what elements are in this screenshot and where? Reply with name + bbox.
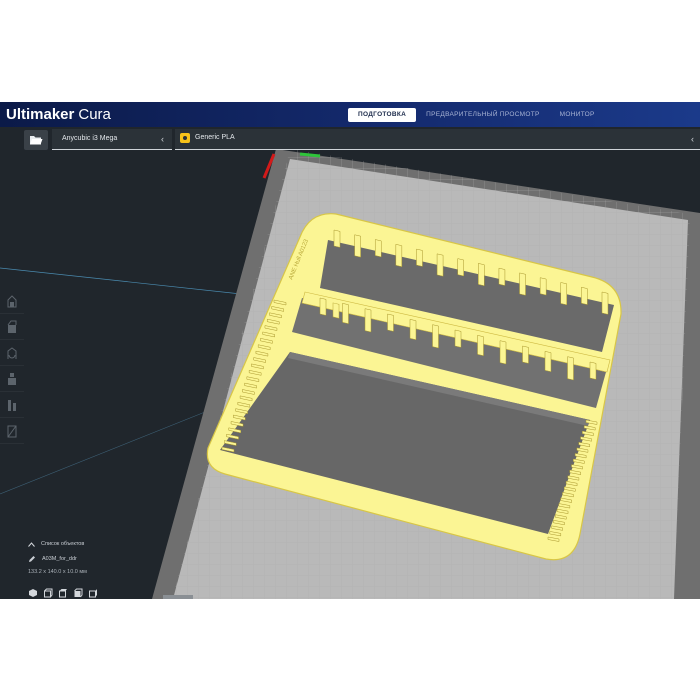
3d-view-icon[interactable]: [28, 585, 38, 597]
view-orientation-buttons: [28, 585, 248, 598]
per-model-settings-button[interactable]: [0, 392, 24, 418]
tray-tooth: [364, 308, 372, 333]
tray-tooth: [522, 345, 529, 364]
tray-tooth: [457, 258, 464, 277]
object-list-item[interactable]: A03M_for_ddr: [28, 552, 248, 566]
scale-tool-icon: [7, 320, 17, 333]
chevron-up-icon: [28, 541, 35, 547]
rotate-tool-icon: [7, 346, 17, 359]
material-selector[interactable]: Generic PLA ‹: [175, 129, 700, 150]
support-blocker-icon: [7, 425, 17, 437]
stage-tabs: ПОДГОТОВКА ПРЕДВАРИТЕЛЬНЫЙ ПРОСМОТР МОНИ…: [348, 108, 605, 122]
mirror-tool-button[interactable]: [0, 366, 24, 392]
tray-tooth: [601, 291, 609, 315]
tray-tooth: [477, 335, 484, 357]
open-file-button[interactable]: [24, 130, 48, 150]
tab-preview[interactable]: ПРЕДВАРИТЕЛЬНЫЙ ПРОСМОТР: [416, 108, 550, 122]
tray-tooth: [409, 319, 417, 341]
machine-toolbar: Anycubic i3 Mega ‹ Generic PLA ‹: [0, 127, 700, 151]
tray-tooth: [589, 361, 597, 380]
move-tool-button[interactable]: [0, 288, 24, 314]
axis-line: [0, 267, 261, 297]
tray-tooth: [416, 248, 423, 267]
tray-tooth: [432, 324, 439, 349]
material-name: Generic PLA: [195, 134, 235, 141]
right-view-icon[interactable]: [88, 585, 98, 598]
material-icon: [180, 133, 190, 143]
tab-prepare[interactable]: ПОДГОТОВКА: [348, 108, 417, 122]
collapse-icon[interactable]: ‹: [691, 135, 694, 144]
rotate-tool-button[interactable]: [0, 340, 24, 366]
object-dimensions: 133.2 x 140.0 x 10.0 мм: [28, 569, 87, 575]
brand-secondary: Cura: [78, 106, 111, 123]
tray-tooth: [333, 229, 341, 248]
move-tool-icon: [7, 294, 17, 307]
tray-tooth: [560, 282, 568, 306]
left-view-icon[interactable]: [73, 585, 83, 598]
mirror-tool-icon: [8, 372, 16, 385]
3d-viewport[interactable]: ANE Hull A0123: [0, 102, 700, 599]
object-name: A03M_for_ddr: [42, 556, 77, 562]
tray-tooth: [395, 243, 403, 268]
folder-icon: [30, 136, 43, 145]
chevron-left-icon: ‹: [161, 134, 164, 144]
per-model-settings-icon: [8, 399, 16, 411]
tray-tooth: [319, 297, 327, 316]
pencil-icon[interactable]: [28, 555, 36, 563]
tray-tooth: [374, 239, 382, 258]
tray-tooth: [436, 253, 444, 277]
scale-tool-button[interactable]: [0, 314, 24, 340]
printer-name: Anycubic i3 Mega: [62, 135, 118, 142]
bottom-tab: [163, 595, 193, 599]
tray-tooth: [567, 356, 574, 381]
tray-tooth: [519, 272, 526, 296]
cura-window: ANE Hull A0123 Ultimaker Cura ПОДГОТОВКА …: [0, 102, 700, 599]
app-logo: Ultimaker Cura: [6, 105, 111, 124]
object-list-panel: Список объектов A03M_for_ddr 133.2 x 140…: [28, 538, 248, 598]
tray-tooth: [499, 340, 507, 365]
tray-tooth: [581, 286, 588, 305]
tray-tooth: [539, 277, 547, 296]
tray-tooth: [342, 303, 349, 325]
tray-tooth: [498, 267, 506, 286]
tray-tooth: [478, 263, 485, 287]
y-axis-arrow: [299, 152, 321, 158]
support-blocker-button[interactable]: [0, 418, 24, 444]
tray-tooth: [354, 234, 361, 258]
printer-selector[interactable]: Anycubic i3 Mega ‹: [52, 129, 172, 150]
tray-tooth: [544, 351, 552, 373]
tab-monitor[interactable]: МОНИТОР: [550, 108, 605, 122]
top-view-icon[interactable]: [58, 585, 68, 598]
front-view-icon[interactable]: [43, 585, 53, 598]
header-bar: Ultimaker Cura ПОДГОТОВКА ПРЕДВАРИТЕЛЬНЫЙ…: [0, 102, 700, 127]
tray-tooth: [387, 313, 394, 332]
tool-palette: [0, 288, 24, 444]
object-list-toggle[interactable]: Список объектов: [28, 538, 248, 550]
object-list-header: Список объектов: [41, 541, 85, 547]
brand-primary: Ultimaker: [6, 106, 75, 123]
tray-tooth: [454, 329, 462, 348]
